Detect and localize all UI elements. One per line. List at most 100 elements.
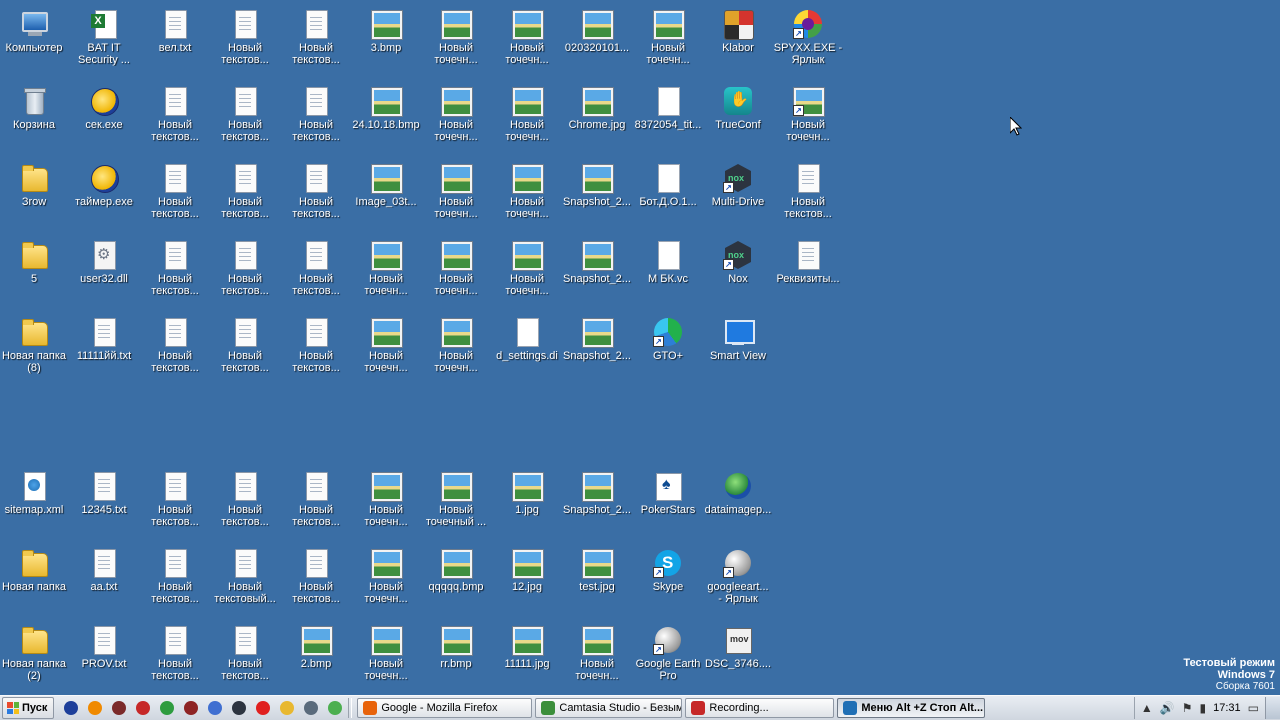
loop-app-icon[interactable] xyxy=(180,698,202,718)
opera-icon[interactable] xyxy=(252,698,274,718)
desktop-icon[interactable]: 11111йй.txt xyxy=(69,308,139,380)
desktop-icon[interactable]: Новая папка (2) xyxy=(0,616,69,688)
desktop-icon[interactable]: Klabor xyxy=(703,0,773,72)
desktop-icon[interactable]: Новый текстов... xyxy=(281,154,351,226)
desktop-icon[interactable]: SPYXX.EXE - Ярлык xyxy=(773,0,843,72)
desktop-icon[interactable]: М БК.vc xyxy=(633,231,703,303)
desktop-icon[interactable]: BAT IT Security ... xyxy=(69,0,139,72)
desktop-icon[interactable]: Snapshot_2... xyxy=(562,462,632,534)
desktop-icon[interactable]: Image_03t... xyxy=(351,154,421,226)
desktop-icon[interactable]: Зrow xyxy=(0,154,69,226)
desktop-icon[interactable]: Новый точечн... xyxy=(351,539,421,611)
desktop-icon[interactable]: Корзина xyxy=(0,77,69,149)
desktop-icon[interactable]: Новый текстов... xyxy=(140,231,210,303)
desktop-icon[interactable]: Новый текстов... xyxy=(281,462,351,534)
desktop-icon[interactable]: 24.10.18.bmp xyxy=(351,77,421,149)
desktop-icon[interactable]: Новый точечный ... xyxy=(421,462,491,534)
desktop-icon[interactable]: Новый текстов... xyxy=(281,231,351,303)
desktop-icon[interactable]: Новый текстов... xyxy=(210,308,280,380)
desktop-icon[interactable]: Новый точечн... xyxy=(562,616,632,688)
desktop-icon[interactable]: Snapshot_2... xyxy=(562,308,632,380)
desktop-icon[interactable]: 1.jpg xyxy=(492,462,562,534)
desktop-icon[interactable]: Компьютер xyxy=(0,0,69,72)
desktop-icon[interactable]: сек.exe xyxy=(69,77,139,149)
desktop-icon[interactable]: Новый точечн... xyxy=(421,154,491,226)
desktop-icon[interactable]: Новый текстов... xyxy=(140,308,210,380)
desktop-icon[interactable]: Новый точечн... xyxy=(492,0,562,72)
desktop-icon[interactable]: вел.txt xyxy=(140,0,210,72)
desktop-icon[interactable]: TrueConf xyxy=(703,77,773,149)
desktop-icon[interactable]: Новый текстов... xyxy=(210,77,280,149)
network-status-icon[interactable]: ▮ xyxy=(1200,702,1207,714)
desktop-icon[interactable]: Новый точечн... xyxy=(351,462,421,534)
notification-icon[interactable]: ▭ xyxy=(1248,702,1259,714)
desktop-icon[interactable]: Новый текстов... xyxy=(210,231,280,303)
desktop-icon[interactable]: Snapshot_2... xyxy=(562,154,632,226)
desktop-icon[interactable]: Новый точечн... xyxy=(421,308,491,380)
desktop-icon[interactable]: Nox xyxy=(703,231,773,303)
desktop-icon[interactable]: Skype xyxy=(633,539,703,611)
desktop-icon[interactable]: Новый текстов... xyxy=(281,77,351,149)
desktop-icon[interactable]: Новый точечн... xyxy=(351,308,421,380)
desktop-icon[interactable]: Новый текстов... xyxy=(210,154,280,226)
taskbar-window-button[interactable]: Camtasia Studio - Безым... xyxy=(535,698,683,718)
desktop-icon[interactable]: Бот.Д.О.1... xyxy=(633,154,703,226)
desktop-icon[interactable]: 3.bmp xyxy=(351,0,421,72)
desktop-icon[interactable]: 5 xyxy=(0,231,69,303)
network-icon[interactable] xyxy=(204,698,226,718)
desktop-icon[interactable]: Новый текстов... xyxy=(210,462,280,534)
desktop-icon[interactable]: 12345.txt xyxy=(69,462,139,534)
desktop-icon[interactable]: Новый точечн... xyxy=(351,231,421,303)
desktop-icon[interactable]: Chrome.jpg xyxy=(562,77,632,149)
desktop-icon[interactable]: Новый точечн... xyxy=(421,231,491,303)
desktop-icon[interactable]: 12.jpg xyxy=(492,539,562,611)
desktop-icon[interactable]: user32.dll xyxy=(69,231,139,303)
taskbar-window-button[interactable]: Recording... xyxy=(685,698,835,718)
chrome-icon[interactable] xyxy=(156,698,178,718)
folder-icon[interactable] xyxy=(276,698,298,718)
show-hidden-icons-icon[interactable]: ▲ xyxy=(1141,702,1153,714)
desktop-icon[interactable]: DSC_3746.... xyxy=(703,616,773,688)
media-player-icon[interactable] xyxy=(84,698,106,718)
action-center-icon[interactable]: ⚑ xyxy=(1182,702,1193,714)
desktop-icon[interactable]: Новый текстов... xyxy=(773,154,843,226)
start-button[interactable]: Пуск xyxy=(2,697,55,719)
desktop-icon[interactable]: test.jpg xyxy=(562,539,632,611)
desktop-icon[interactable]: Новый текстов... xyxy=(281,0,351,72)
desktop-icon[interactable]: Новый текстов... xyxy=(140,154,210,226)
taskbar-window-button[interactable]: Меню Alt +Z Стоп Alt... xyxy=(837,698,986,718)
globe-app-icon[interactable] xyxy=(60,698,82,718)
desktop-icon[interactable]: Новый точечн... xyxy=(421,0,491,72)
desktop-icon[interactable]: Smart View xyxy=(703,308,773,380)
desktop-icon[interactable]: Новый текстов... xyxy=(281,539,351,611)
desktop-icon[interactable]: Новый текстов... xyxy=(210,616,280,688)
desktop-icon[interactable]: Новый точечн... xyxy=(492,77,562,149)
desktop-icon[interactable]: 11111.jpg xyxy=(492,616,562,688)
spy-app-icon[interactable] xyxy=(132,698,154,718)
desktop-icon[interactable]: Новая папка (8) xyxy=(0,308,69,380)
pen-icon[interactable] xyxy=(300,698,322,718)
clock[interactable]: 17:31 xyxy=(1213,702,1241,714)
desktop-icon[interactable]: Новый текстов... xyxy=(210,0,280,72)
desktop-icon[interactable]: Snapshot_2... xyxy=(562,231,632,303)
desktop-icon[interactable]: Новый точечн... xyxy=(421,77,491,149)
desktop-icon[interactable]: Новый текстов... xyxy=(140,616,210,688)
desktop-icon[interactable]: Новый текстовый... xyxy=(210,539,280,611)
desktop-icon[interactable]: Новый точечн... xyxy=(492,231,562,303)
desktop-icon[interactable]: Реквизиты... xyxy=(773,231,843,303)
volume-icon[interactable]: 🔊 xyxy=(1160,702,1175,714)
desktop-icon[interactable]: таймер.exe xyxy=(69,154,139,226)
desktop-icon[interactable]: GTO+ xyxy=(633,308,703,380)
desktop-icon[interactable]: Новый точечн... xyxy=(492,154,562,226)
desktop-icon[interactable]: Новый точечн... xyxy=(351,616,421,688)
show-desktop-button[interactable] xyxy=(1265,697,1280,719)
desktop-icon[interactable]: Новый текстов... xyxy=(140,462,210,534)
desktop[interactable]: Компьютер BAT IT Security ... вел.txt Новый… xyxy=(0,0,1280,696)
desktop-icon[interactable]: rr.bmp xyxy=(421,616,491,688)
desktop-icon[interactable]: Новый точечн... xyxy=(773,77,843,149)
infinity-app-icon[interactable] xyxy=(108,698,130,718)
desktop-icon[interactable]: Новая папка xyxy=(0,539,69,611)
desktop-icon[interactable]: Google Earth Pro xyxy=(633,616,703,688)
desktop-icon[interactable]: PokerStars xyxy=(633,462,703,534)
desktop-icon[interactable]: 2.bmp xyxy=(281,616,351,688)
